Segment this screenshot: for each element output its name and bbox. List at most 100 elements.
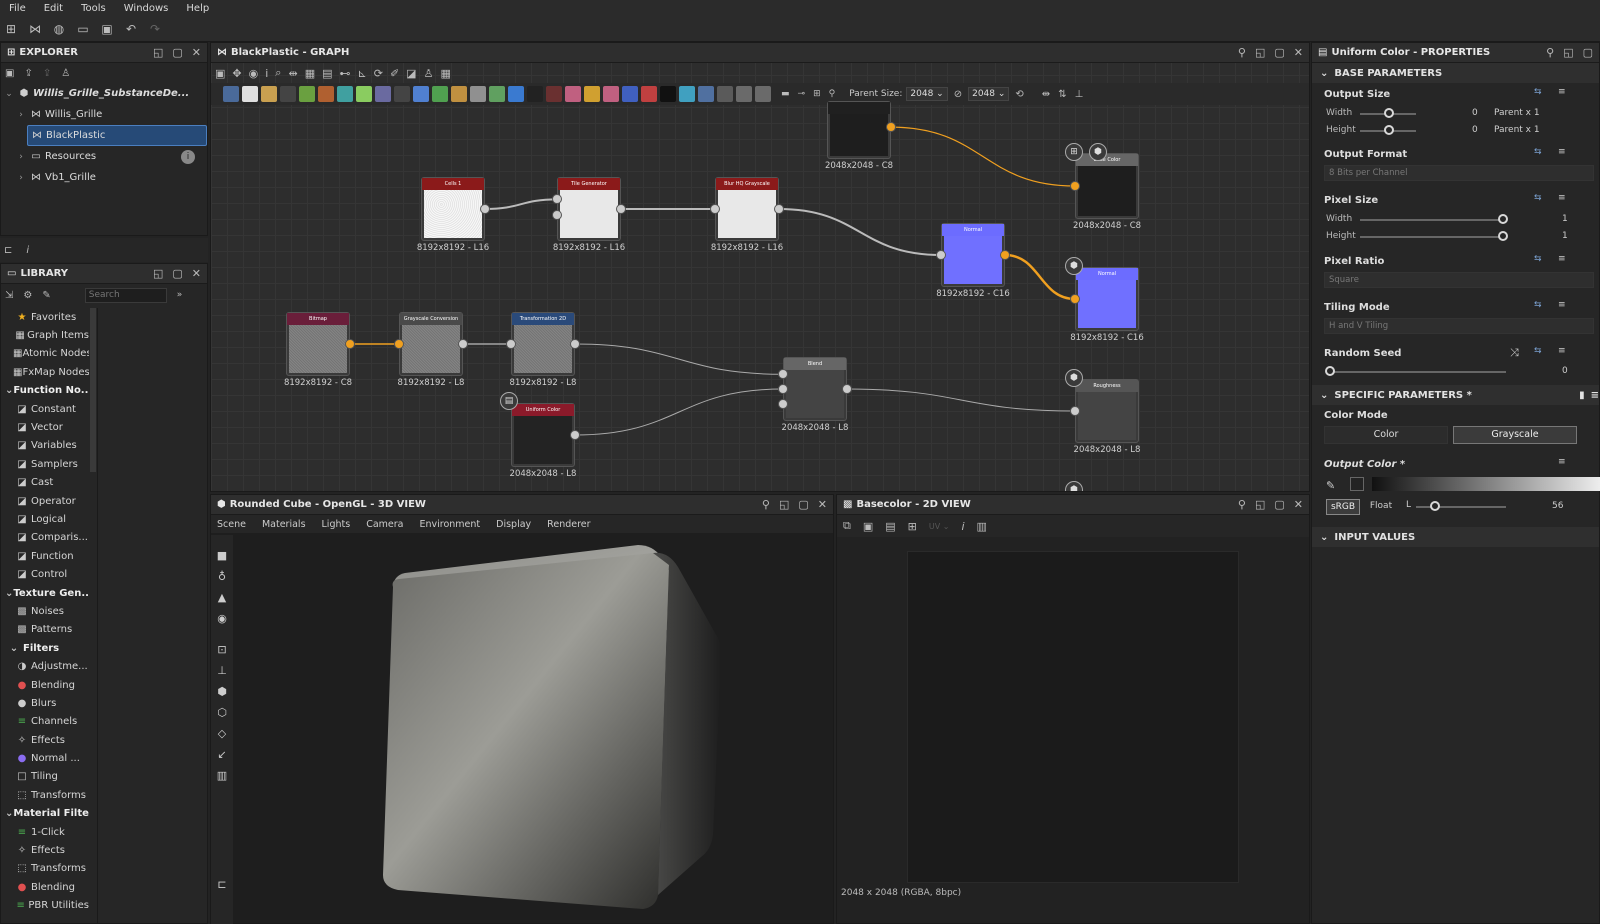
histogram-icon[interactable]: ▥ [217, 769, 227, 782]
node-port[interactable] [1070, 181, 1080, 191]
node-port[interactable] [570, 430, 580, 440]
library-item[interactable]: □ Tiling [1, 768, 89, 786]
inherit-icon[interactable]: ⇆ [1534, 87, 1542, 97]
maximize-icon[interactable]: ▢ [172, 267, 182, 280]
graph-node[interactable]: Grayscale Conversion [399, 312, 463, 376]
view3d-menu-lights[interactable]: Lights [322, 519, 351, 530]
library-item[interactable]: ● Normal ... [1, 749, 89, 767]
chevron-right-icon[interactable]: › [15, 173, 27, 183]
camera-icon[interactable]: ■ [217, 549, 227, 562]
save-icon[interactable]: ▣ [863, 520, 873, 533]
graph-node[interactable]: Normal [941, 223, 1005, 287]
library-item[interactable]: ▩ Patterns [1, 621, 89, 639]
plane-icon[interactable]: ◇ [218, 727, 226, 740]
float-button[interactable]: Float [1364, 499, 1398, 515]
expand-icon[interactable]: ⌄ [3, 89, 15, 99]
library-item[interactable]: ⬚ Transforms [1, 860, 89, 878]
view3d-menu-environment[interactable]: Environment [419, 519, 480, 530]
node-port[interactable] [778, 398, 788, 409]
cube-outline-icon[interactable]: ⬡ [217, 706, 227, 719]
library-item[interactable]: ◪ Logical [1, 510, 89, 528]
inherit-icon[interactable]: ⇆ [1534, 193, 1542, 203]
float-icon[interactable]: ◱ [1255, 498, 1265, 511]
library-scrollbar[interactable] [90, 308, 96, 472]
node-port[interactable] [936, 250, 946, 260]
tree-item-willis-grille[interactable]: › ⋈ Willis_Grille [1, 104, 207, 125]
node-port[interactable] [570, 339, 580, 349]
open-folder-icon[interactable]: ▭ [76, 22, 90, 36]
menu-icon[interactable]: ≡ [1558, 193, 1566, 203]
save-icon[interactable]: ▣ [100, 22, 114, 36]
menu-icon[interactable]: ≡ [1558, 300, 1566, 310]
3d-preview-icon[interactable]: ⬢ [1065, 257, 1083, 275]
view3d-menu-scene[interactable]: Scene [217, 519, 246, 530]
menu-edit[interactable]: Edit [35, 3, 72, 14]
copy-icon[interactable]: ⧉ [843, 519, 851, 533]
menu-icon[interactable]: ≡ [1591, 390, 1599, 401]
export-icon[interactable]: ⇪ [24, 68, 32, 79]
shuffle-icon[interactable]: ⤨ [1510, 346, 1519, 360]
bake-icon[interactable]: ♙ [61, 68, 70, 79]
tree-item-resources[interactable]: › ▭ Resources i [1, 146, 207, 167]
frame-icon[interactable]: ⊡ [217, 643, 226, 656]
node-port[interactable] [1000, 250, 1010, 260]
graph-node[interactable]: Roughness [1075, 379, 1139, 443]
grayscale-gradient[interactable] [1372, 477, 1600, 491]
node-port[interactable] [345, 339, 355, 349]
node-port[interactable] [616, 204, 626, 214]
library-item[interactable]: ⌄ Filters [1, 639, 89, 657]
save-icon[interactable]: ▣ [5, 68, 14, 79]
node-port[interactable] [774, 204, 784, 214]
menu-tools[interactable]: Tools [72, 3, 115, 14]
menu-icon[interactable]: ≡ [1558, 147, 1566, 157]
float-icon[interactable]: ◱ [1563, 46, 1573, 59]
random-seed-handle[interactable] [1325, 366, 1335, 376]
tree-item-blackplastic[interactable]: ⋈ BlackPlastic [27, 125, 207, 146]
library-item[interactable]: ▦ Graph Items [1, 326, 89, 344]
new-graph-icon[interactable]: ⊞ [4, 22, 18, 36]
width-slider-handle[interactable] [1384, 108, 1394, 118]
library-item[interactable]: ▩ Noises [1, 602, 89, 620]
histogram-icon[interactable]: ▥ [977, 520, 987, 533]
library-item[interactable]: ● Blending [1, 676, 89, 694]
eyedropper-icon[interactable]: ✎ [1326, 479, 1335, 492]
height-slider-handle[interactable] [1384, 125, 1394, 135]
base-parameters-section[interactable]: ⌄ BASE PARAMETERS [1312, 63, 1599, 83]
library-item[interactable]: ◪ Cast [1, 474, 89, 492]
graph-node[interactable]: Normal [1075, 267, 1139, 331]
info-icon[interactable]: i [26, 245, 29, 256]
pixel-width-handle[interactable] [1498, 214, 1508, 224]
vector-icon[interactable]: ↙ [217, 748, 226, 761]
publish-icon[interactable]: ⇪ [43, 68, 51, 79]
tree-icon[interactable]: ⊏ [217, 878, 226, 891]
inherit-icon[interactable]: ⇆ [1534, 346, 1542, 356]
node-port[interactable] [458, 339, 468, 349]
input-values-section[interactable]: ⌄ INPUT VALUES [1312, 527, 1599, 547]
graph-node[interactable]: Cells 1 [421, 177, 485, 241]
library-item[interactable]: ✧ Effects [1, 731, 89, 749]
uv-icon[interactable]: UV ⌄ [929, 522, 950, 531]
library-item[interactable]: ≡ Channels [1, 713, 89, 731]
settings-icon[interactable]: ⚙ [23, 290, 32, 301]
graph-node[interactable]: Uniform Color [511, 403, 575, 467]
menu-help[interactable]: Help [177, 3, 218, 14]
menu-icon[interactable]: ≡ [1558, 457, 1566, 467]
3d-preview-icon[interactable]: ⬢ [1065, 369, 1083, 387]
view3d-menu-renderer[interactable]: Renderer [547, 519, 590, 530]
node-port[interactable] [842, 384, 852, 394]
close-icon[interactable]: ✕ [192, 267, 201, 280]
library-item[interactable]: ◪ Operator [1, 492, 89, 510]
pixel-width-slider[interactable] [1360, 219, 1506, 221]
redo-icon[interactable]: ↷ [148, 22, 162, 36]
maximize-icon[interactable]: ▢ [1274, 498, 1284, 511]
library-item[interactable]: ● Blurs [1, 694, 89, 712]
menu-icon[interactable]: ≡ [1558, 254, 1566, 264]
clipboard-icon[interactable]: ▤ [885, 520, 895, 533]
3d-preview-icon[interactable]: ⬢ [1065, 481, 1083, 491]
tree-item-vb1-grille[interactable]: › ⋈ Vb1_Grille [1, 167, 207, 188]
close-icon[interactable]: ✕ [818, 498, 827, 511]
pixel-height-slider[interactable] [1360, 236, 1506, 238]
library-item[interactable]: ◪ Variables [1, 437, 89, 455]
menu-windows[interactable]: Windows [115, 3, 178, 14]
library-item[interactable]: ◪ Control [1, 565, 89, 583]
